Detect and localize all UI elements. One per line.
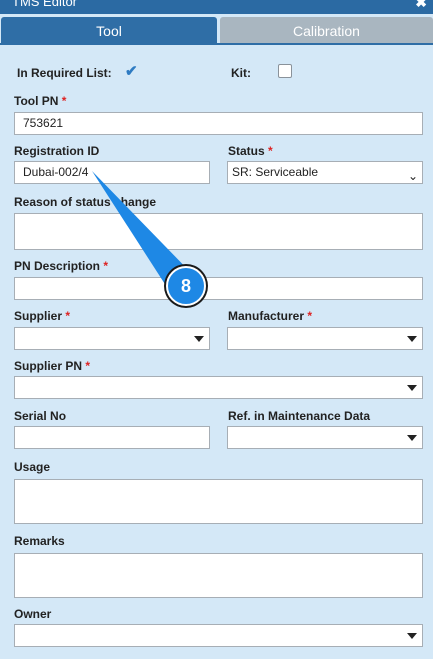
callout-pointer <box>92 171 198 292</box>
callout-badge: 8 <box>166 266 206 306</box>
